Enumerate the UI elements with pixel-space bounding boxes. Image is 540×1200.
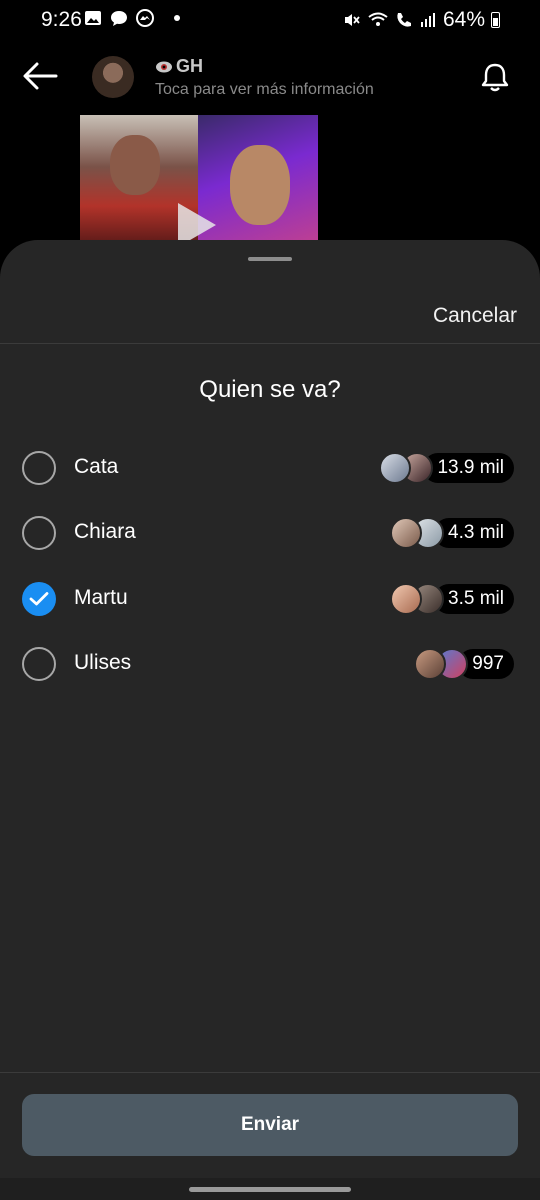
send-button[interactable]: Enviar [22, 1094, 518, 1156]
vote-count: 4.3 mil [434, 518, 514, 548]
voter-avatar [390, 517, 423, 549]
vote-count: 3.5 mil [434, 584, 514, 614]
status-bar: 9:26 64% [0, 0, 540, 40]
poll-option-martu[interactable]: Martu 3.5 mil [0, 569, 540, 629]
option-label: Martu [74, 586, 128, 609]
messenger-icon [136, 9, 154, 27]
poll-question: Quien se va? [199, 376, 341, 403]
mute-icon [344, 14, 360, 26]
battery-percent: 64% [442, 8, 485, 31]
poll-option-ulises[interactable]: Ulises 997 [0, 634, 540, 694]
cancel-button[interactable]: Cancelar [433, 304, 517, 328]
poll-option-chiara[interactable]: Chiara 4.3 mil [0, 503, 540, 563]
eye-icon [156, 61, 172, 72]
option-label: Ulises [74, 651, 132, 674]
clock: 9:26 [41, 8, 82, 31]
checkmark-icon [29, 592, 49, 606]
channel-name: GH [176, 56, 203, 76]
channel-avatar[interactable] [92, 56, 134, 98]
radio-button[interactable] [22, 516, 56, 550]
divider [0, 343, 540, 344]
vote-summary[interactable]: 13.9 mil [379, 452, 514, 484]
radio-button[interactable] [22, 451, 56, 485]
thumbnail-person-right [230, 145, 290, 225]
poll-bottom-sheet: Cancelar Quien se va? Cata 13.9 mil Chia… [0, 240, 540, 1200]
radio-button[interactable] [22, 647, 56, 681]
bell-icon[interactable] [478, 60, 512, 94]
divider [0, 1072, 540, 1073]
notification-dot [174, 15, 180, 21]
option-label: Chiara [74, 520, 136, 543]
channel-title[interactable]: GH [155, 56, 203, 77]
wifi-call-icon [368, 12, 388, 26]
play-icon[interactable] [178, 203, 216, 245]
option-label: Cata [74, 455, 119, 478]
channel-subtitle[interactable]: Toca para ver más información [155, 81, 374, 99]
radio-button-checked[interactable] [22, 582, 56, 616]
home-gesture-bar[interactable] [189, 1187, 351, 1192]
drag-handle[interactable] [248, 257, 292, 261]
back-arrow-icon[interactable] [20, 60, 60, 92]
voter-avatar [390, 583, 423, 615]
vote-summary[interactable]: 997 [414, 648, 514, 680]
battery-icon [491, 12, 500, 28]
thumbnail-person-left [110, 135, 160, 195]
call-icon [397, 13, 411, 27]
vote-count: 13.9 mil [423, 453, 514, 483]
vote-summary[interactable]: 4.3 mil [390, 517, 514, 549]
vote-summary[interactable]: 3.5 mil [390, 583, 514, 615]
poll-option-cata[interactable]: Cata 13.9 mil [0, 438, 540, 498]
image-icon [85, 11, 101, 25]
video-thumbnail[interactable] [80, 115, 318, 245]
navigation-bar [0, 1178, 540, 1200]
chat-bubble-icon [111, 11, 127, 26]
signal-icon [420, 13, 435, 27]
channel-header[interactable]: GH Toca para ver más información [0, 40, 540, 115]
